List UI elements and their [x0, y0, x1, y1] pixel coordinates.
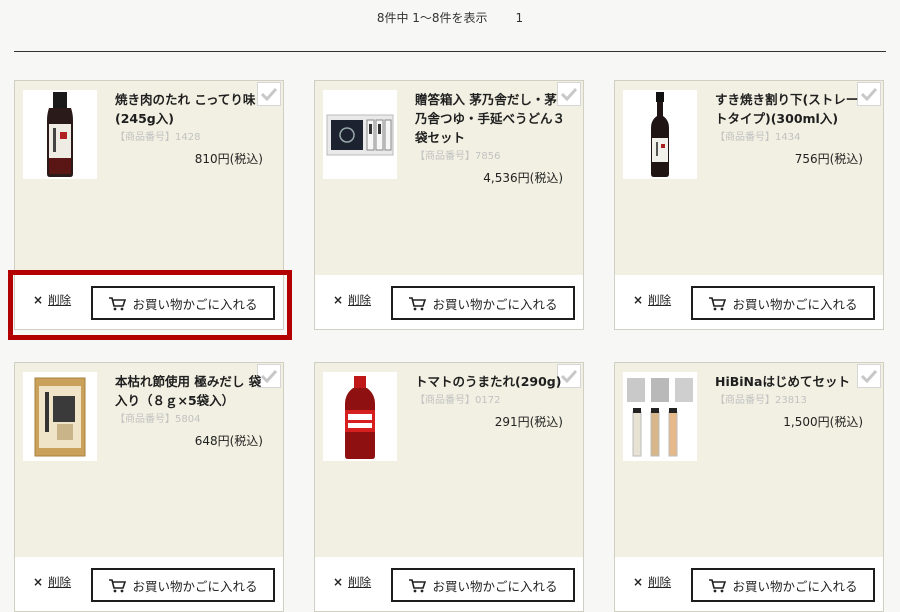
- product-image[interactable]: [323, 90, 397, 179]
- product-image[interactable]: [323, 372, 397, 461]
- product-name[interactable]: すき焼き割り下(ストレートタイプ)(300ml入): [715, 90, 865, 128]
- product-image[interactable]: [623, 372, 697, 461]
- product-name[interactable]: 焼き肉のたれ こってり味(245g入): [115, 90, 265, 128]
- product-code: 【商品番号】5804: [115, 414, 201, 425]
- product-card: 贈答箱入 茅乃舎だし・茅乃舎つゆ・手延べうどん３袋セット 【商品番号】7856 …: [314, 80, 584, 330]
- product-price: 810円(税込): [194, 152, 263, 166]
- delete-link[interactable]: × 削除: [33, 292, 71, 308]
- add-to-cart-button[interactable]: お買い物かごに入れる: [391, 568, 575, 602]
- product-image[interactable]: [23, 90, 97, 179]
- product-card: トマトのうまたれ(290g) 【商品番号】0172 291円(税込) × 削除 お…: [314, 362, 584, 612]
- product-name[interactable]: 本枯れ節使用 極みだし 袋入り（８ｇ×5袋入）: [115, 372, 265, 410]
- add-to-cart-button[interactable]: お買い物かごに入れる: [91, 568, 275, 602]
- add-to-cart-button[interactable]: お買い物かごに入れる: [91, 286, 275, 320]
- product-code: 【商品番号】0172: [415, 395, 501, 406]
- delete-link[interactable]: × 削除: [333, 574, 371, 590]
- cart-icon: [709, 296, 727, 310]
- card-actions: × 削除 お買い物かごに入れる: [315, 557, 583, 611]
- product-image[interactable]: [623, 90, 697, 179]
- divider: [14, 51, 886, 52]
- product-price: 4,536円(税込): [483, 171, 563, 185]
- card-actions: × 削除 お買い物かごに入れる: [315, 275, 583, 329]
- cart-icon: [109, 578, 127, 592]
- product-code: 【商品番号】1434: [715, 132, 801, 143]
- close-icon: ×: [333, 575, 344, 589]
- card-actions: × 削除 お買い物かごに入れる: [615, 557, 883, 611]
- product-card: HiBiNaはじめてセット 【商品番号】23813 1,500円(税込) × 削除…: [614, 362, 884, 612]
- product-price: 291円(税込): [494, 415, 563, 429]
- pagination-info: 8件中 1〜8件を表示 1: [0, 9, 900, 26]
- add-to-cart-label: お買い物かごに入れる: [432, 578, 558, 594]
- product-price: 756円(税込): [794, 152, 863, 166]
- product-price: 1,500円(税込): [783, 415, 863, 429]
- product-card: 本枯れ節使用 極みだし 袋入り（８ｇ×5袋入） 【商品番号】5804 648円(…: [14, 362, 284, 612]
- product-card: すき焼き割り下(ストレートタイプ)(300ml入) 【商品番号】1434 756…: [614, 80, 884, 330]
- cart-icon: [409, 296, 427, 310]
- product-price: 648円(税込): [194, 434, 263, 448]
- product-code: 【商品番号】1428: [115, 132, 201, 143]
- add-to-cart-label: お買い物かごに入れる: [132, 296, 258, 312]
- delete-link[interactable]: × 削除: [333, 292, 371, 308]
- delete-link[interactable]: × 削除: [633, 574, 671, 590]
- add-to-cart-label: お買い物かごに入れる: [132, 578, 258, 594]
- add-to-cart-label: お買い物かごに入れる: [432, 296, 558, 312]
- delete-link[interactable]: × 削除: [33, 574, 71, 590]
- product-name[interactable]: 贈答箱入 茅乃舎だし・茅乃舎つゆ・手延べうどん３袋セット: [415, 90, 565, 147]
- product-name[interactable]: HiBiNaはじめてセット: [715, 372, 865, 391]
- card-actions: × 削除 お買い物かごに入れる: [15, 275, 283, 329]
- add-to-cart-button[interactable]: お買い物かごに入れる: [391, 286, 575, 320]
- close-icon: ×: [333, 293, 344, 307]
- page-number[interactable]: 1: [516, 11, 524, 25]
- delete-link[interactable]: × 削除: [633, 292, 671, 308]
- add-to-cart-button[interactable]: お買い物かごに入れる: [691, 568, 875, 602]
- close-icon: ×: [33, 293, 44, 307]
- add-to-cart-label: お買い物かごに入れる: [732, 296, 858, 312]
- product-image[interactable]: [23, 372, 97, 461]
- add-to-cart-button[interactable]: お買い物かごに入れる: [691, 286, 875, 320]
- product-code: 【商品番号】7856: [415, 151, 501, 162]
- card-actions: × 削除 お買い物かごに入れる: [15, 557, 283, 611]
- card-actions: × 削除 お買い物かごに入れる: [615, 275, 883, 329]
- cart-icon: [109, 296, 127, 310]
- product-name[interactable]: トマトのうまたれ(290g): [415, 372, 565, 391]
- close-icon: ×: [633, 293, 644, 307]
- cart-icon: [409, 578, 427, 592]
- result-count: 8件中 1〜8件を表示: [376, 11, 488, 25]
- close-icon: ×: [633, 575, 644, 589]
- close-icon: ×: [33, 575, 44, 589]
- product-card: 焼き肉のたれ こってり味(245g入) 【商品番号】1428 810円(税込) …: [14, 80, 284, 330]
- cart-icon: [709, 578, 727, 592]
- product-code: 【商品番号】23813: [715, 395, 807, 406]
- add-to-cart-label: お買い物かごに入れる: [732, 578, 858, 594]
